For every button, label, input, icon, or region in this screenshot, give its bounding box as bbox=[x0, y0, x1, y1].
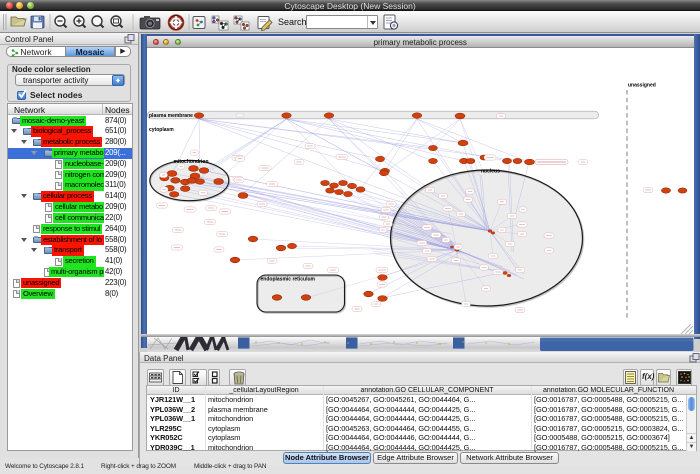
svg-text:nucleus: nucleus bbox=[481, 169, 500, 175]
svg-text:cytoplasm: cytoplasm bbox=[149, 127, 174, 133]
svg-text:unassigned: unassigned bbox=[628, 83, 656, 89]
svg-text:plasma membrane: plasma membrane bbox=[149, 113, 193, 119]
svg-text:endoplasmic reticulum: endoplasmic reticulum bbox=[261, 277, 316, 283]
